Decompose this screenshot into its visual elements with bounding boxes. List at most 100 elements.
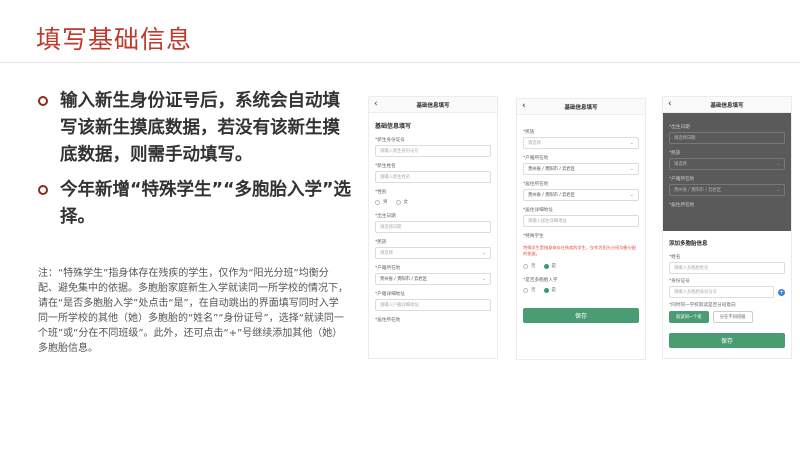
id-number-input[interactable]: 请输入新生身份证号 [375,145,491,157]
field-label: *新生姓名 [375,164,396,169]
sibling-id-input[interactable]: 请输入多胞胎身份证号 [669,286,774,298]
radio-label: 否 [531,288,536,293]
hukou-select[interactable]: 贵州省 / 贵阳市 / 云岩区 ⌄ [375,273,491,285]
select-value: 贵州省 / 贵阳市 / 云岩区 [528,193,576,198]
special-yes-radio[interactable]: 是 [543,263,557,269]
dialog-title: 添加多胞胎信息 [669,241,708,247]
radio-label: 男 [383,200,388,205]
chevron-down-icon: ⌄ [481,250,486,256]
radio-label: 是 [551,264,557,269]
field-label: *户籍所在地 [523,156,549,161]
radio-icon [543,287,549,293]
name-field: *新生姓名 请输入新生姓名 [369,160,497,186]
birth-field: *出生日期 请选择日期 [369,210,497,236]
hukou-field: *户籍所在地 贵州省 / 贵阳市 / 云岩区 ⌄ [663,173,791,199]
different-class-option[interactable]: 分在不同班级 [712,311,753,323]
select-value: 请选择 [380,251,393,256]
multi-birth-dialog: 添加多胞胎信息 *姓名 请输入多胞胎姓名 *身份证号 请输入多胞胎身份证号 + … [663,231,791,356]
ethnic-select: 请选择 ⌄ [669,158,785,170]
phone-header: ‹ 基础信息填写 [663,97,791,113]
chevron-down-icon: ⌄ [629,140,634,146]
radio-icon [395,199,401,205]
radio-icon [543,263,549,269]
gender-field: *性别 男 女 [369,186,497,210]
field-label: *民族 [375,240,387,245]
radio-label: 否 [531,264,536,269]
field-label: *同时同一学校就读是否分班意向 [669,303,736,308]
phone-title: 基础信息填写 [564,104,598,111]
residence-field: *居住所在地 [663,199,791,213]
field-label: *民族 [669,151,681,156]
special-student-options: 否 是 [517,258,645,274]
ethnic-select[interactable]: 请选择 ⌄ [523,137,639,149]
hukou-field: *户籍所在地 贵州省 / 贵阳市 / 云岩区 ⌄ [369,262,497,288]
placeholder: 请输入新生身份证号 [380,149,419,154]
field-label: *居住详细地址 [523,208,553,213]
field-label: *姓名 [669,255,681,260]
add-sibling-plus-icon[interactable]: + [778,288,785,296]
field-label: *民族 [523,130,535,135]
save-button[interactable]: 保存 [669,333,785,348]
name-input[interactable]: 请输入新生姓名 [375,171,491,183]
slide-title: 填写基础信息 [36,25,193,54]
same-class-option[interactable]: 就读同一个班 [669,311,709,323]
title-divider [0,62,800,63]
ethnic-field: *民族 请选择 ⌄ [369,236,497,262]
field-label: *特殊学生 [523,234,544,239]
gender-female-radio[interactable]: 女 [395,199,408,205]
residence-address-input[interactable]: 请输入居住详细地址 [523,215,639,227]
sibling-name-input[interactable]: 请输入多胞胎姓名 [669,262,785,274]
bullet-text: 今年新增“特殊学生”“多胞胎入学”选择。 [60,180,352,227]
radio-icon [523,263,528,269]
ethnic-select[interactable]: 请选择 ⌄ [375,247,491,259]
radio-icon [375,199,380,205]
chevron-down-icon: ⌄ [775,161,780,167]
back-arrow-icon[interactable]: ‹ [522,101,526,111]
field-label: *新生身份证号 [375,138,405,143]
phone-title: 基础信息填写 [416,102,450,109]
phone-header: ‹ 基础信息填写 [517,99,645,115]
multi-yes-radio[interactable]: 是 [543,287,557,293]
placeholder: 请输入户籍详细地址 [380,303,419,308]
residence-select[interactable]: 贵州省 / 贵阳市 / 云岩区 ⌄ [523,189,639,201]
field-label: *居住所在地 [375,318,401,323]
residence-address-field: *居住详细地址 请输入居住详细地址 [517,204,645,230]
hukou-address-field: *户籍详细地址 请输入户籍详细地址 [369,288,497,314]
special-no-radio[interactable]: 否 [523,263,536,269]
field-label: *出生日期 [375,214,396,219]
hukou-select: 贵州省 / 贵阳市 / 云岩区 ⌄ [669,184,785,196]
phone-screen-basic-info: ‹ 基础信息填写 基础信息填写 *新生身份证号 请输入新生身份证号 *新生姓名 … [368,96,498,359]
hukou-address-input[interactable]: 请输入户籍详细地址 [375,299,491,311]
hukou-select[interactable]: 贵州省 / 贵阳市 / 云岩区 ⌄ [523,163,639,175]
phone-header: ‹ 基础信息填写 [369,97,497,113]
residence-field: *居住所在地 贵州省 / 贵阳市 / 云岩区 ⌄ [517,178,645,204]
birth-date-picker[interactable]: 请选择日期 [375,221,491,233]
chevron-down-icon: ⌄ [775,187,780,193]
field-label: *出生日期 [669,125,690,130]
footnote: 注：“特殊学生”指身体存在残疾的学生，仅作为“阳光分班”均衡分配、避免集中的依据… [38,268,348,354]
multi-no-radio[interactable]: 否 [523,287,536,293]
placeholder: 请选择日期 [380,225,402,230]
radio-label: 是 [551,288,557,293]
select-value: 请选择 [674,162,687,167]
phone-title: 基础信息填写 [710,102,744,109]
save-button[interactable]: 保存 [523,308,639,323]
birth-date-picker: 请选择日期 [669,132,785,144]
select-value: 请选择 [528,141,541,146]
back-arrow-icon[interactable]: ‹ [374,99,378,109]
sibling-name-field: *姓名 请输入多胞胎姓名 [669,252,785,276]
section-title: 基础信息填写 [375,123,412,130]
phone-screen-special-student: ‹ 基础信息填写 *民族 请选择 ⌄ *户籍所在地 贵州省 / 贵阳市 / 云岩区… [516,98,646,360]
select-value: 贵州省 / 贵阳市 / 云岩区 [674,188,722,193]
bullet-item: 输入新生身份证号后，系统会自动填写该新生摸底数据，若没有该新生摸底数据，则需手动… [38,88,356,169]
phone-screen-multi-birth: ‹ 基础信息填写 *出生日期 请选择日期 *民族 请选择 ⌄ *户籍所在地 贵州省… [662,96,792,359]
placeholder: 请输入多胞胎姓名 [674,266,709,271]
special-student-hint: 特殊学生是指身体存在残疾的学生，仅作为阳光分班均衡分配的依据。 [523,245,637,256]
birth-field: *出生日期 请选择日期 [663,121,791,147]
gender-male-radio[interactable]: 男 [375,199,388,205]
ethnic-field: *民族 请选择 ⌄ [663,147,791,173]
back-arrow-icon[interactable]: ‹ [668,99,672,109]
ethnic-field: *民族 请选择 ⌄ [517,115,645,152]
radio-icon [523,287,528,293]
field-label: *居住所在地 [523,182,549,187]
